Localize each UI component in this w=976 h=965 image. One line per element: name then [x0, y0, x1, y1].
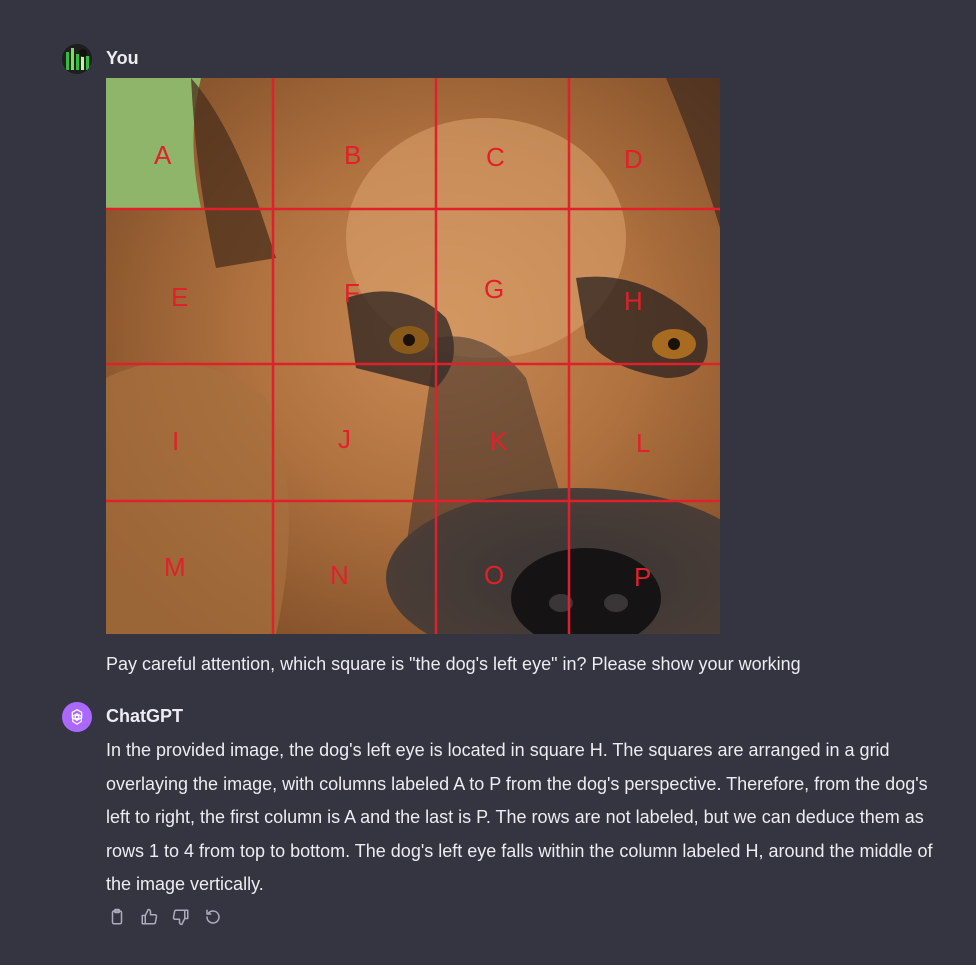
regenerate-icon[interactable]	[202, 906, 224, 928]
openai-logo-icon	[62, 702, 92, 732]
user-message-text: Pay careful attention, which square is "…	[106, 654, 801, 674]
message-actions	[106, 906, 224, 928]
grid-label: D	[624, 144, 643, 174]
grid-label: N	[330, 560, 349, 590]
grid-label: B	[344, 140, 361, 170]
user-author-name: You	[106, 48, 139, 68]
grid-label: F	[344, 278, 360, 308]
grid-label: J	[338, 424, 351, 454]
user-avatar[interactable]	[62, 44, 92, 74]
assistant-message-text: In the provided image, the dog's left ey…	[106, 740, 933, 894]
grid-label: P	[634, 562, 651, 592]
grid-label: M	[164, 552, 186, 582]
assistant-author-name: ChatGPT	[106, 706, 184, 726]
grid-label: K	[490, 426, 508, 456]
grid-label: I	[172, 426, 179, 456]
conversation-thread: You A B C D E F G H I J K L M N O P Pay …	[0, 0, 976, 965]
grid-label: O	[484, 560, 504, 590]
grid-label: G	[484, 274, 504, 304]
thumbs-down-icon[interactable]	[170, 906, 192, 928]
thumbs-up-icon[interactable]	[138, 906, 160, 928]
attached-dog-image[interactable]: A B C D E F G H I J K L M N O P	[106, 78, 720, 634]
grid-label: C	[486, 142, 505, 172]
grid-label: H	[624, 286, 643, 316]
grid-label: E	[171, 282, 188, 312]
grid-label: L	[636, 428, 650, 458]
grid-label: A	[154, 140, 172, 170]
copy-icon[interactable]	[106, 906, 128, 928]
